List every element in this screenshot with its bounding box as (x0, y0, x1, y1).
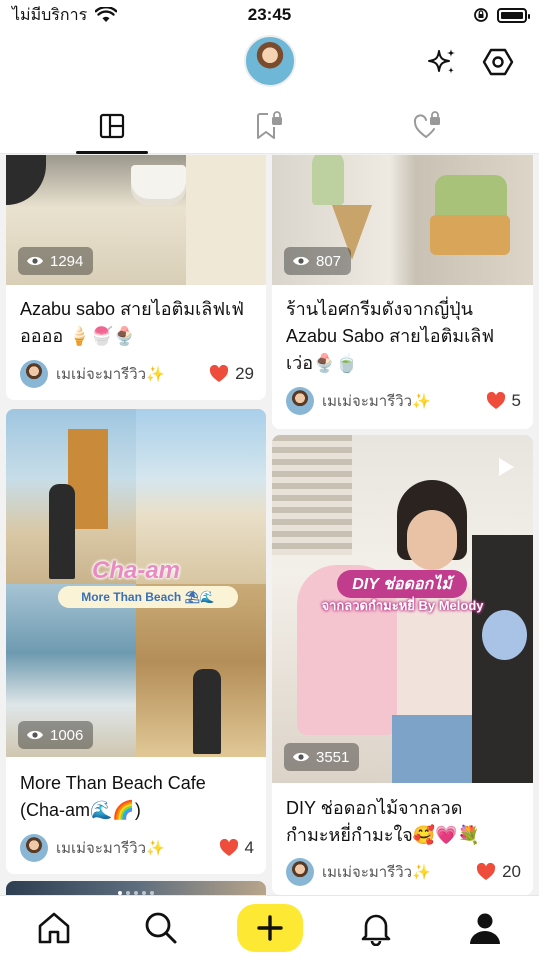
author-name[interactable]: เมเม่จะมารีวิว✨ (322, 860, 476, 884)
heart-icon (477, 863, 496, 880)
post-title: ร้านไอศกรีมดังจากญี่ปุ่น Azabu Sabo สายไ… (286, 299, 495, 373)
post-title: Azabu sabo สายไอติมเลิฟเฟ่ออออ 🍦🍧🍨 (20, 299, 244, 346)
eye-icon (27, 730, 43, 740)
author-avatar[interactable] (20, 834, 48, 862)
bookmark-lock-icon (257, 111, 282, 139)
play-icon (499, 458, 514, 476)
like-button[interactable]: 4 (219, 838, 254, 858)
status-bar: ไม่มีบริการ 23:45 (0, 0, 539, 30)
eye-icon (27, 256, 43, 266)
heart-icon (486, 392, 505, 409)
like-count: 4 (244, 838, 254, 857)
orientation-lock-icon (474, 8, 488, 22)
view-count: 1006 (18, 721, 94, 749)
post-card[interactable] (6, 881, 266, 895)
view-count: 807 (284, 247, 352, 275)
author-avatar[interactable] (286, 387, 314, 415)
thumbnail-overlay-subtitle: จากลวดกำมะหยี่ By Melody (321, 598, 484, 613)
carrier-label: ไม่มีบริการ (12, 6, 88, 24)
view-count: 1294 (18, 247, 94, 275)
thumbnail-overlay-title: DIY ช่อดอกไม้ (337, 570, 467, 598)
bottom-nav (0, 895, 539, 960)
nav-profile[interactable] (463, 906, 507, 950)
profile-header (0, 30, 539, 98)
eye-icon (293, 256, 309, 266)
home-icon (38, 912, 70, 944)
like-count: 20 (502, 862, 521, 881)
view-count: 3551 (284, 743, 360, 771)
search-icon (145, 912, 177, 944)
post-card[interactable]: 807 ร้านไอศกรีมดังจากญี่ปุ่น Azabu Sabo … (272, 155, 533, 429)
author-avatar[interactable] (286, 858, 314, 886)
post-thumbnail: Cha-am More Than Beach ⛱🌊 (6, 409, 266, 757)
like-count: 29 (235, 364, 254, 383)
battery-icon (497, 7, 530, 23)
tab-posts[interactable] (76, 98, 148, 154)
bell-icon (361, 914, 391, 946)
plus-icon (257, 915, 283, 941)
settings-button[interactable] (480, 44, 516, 80)
like-count: 5 (511, 391, 521, 410)
post-thumbnail (6, 881, 266, 895)
profile-avatar[interactable] (244, 35, 296, 87)
profile-icon (470, 913, 500, 944)
eye-icon (293, 752, 309, 762)
profile-tab-bar (0, 98, 539, 154)
posts-feed[interactable]: 1294 Azabu sabo สายไอติมเลิฟเฟ่ออออ 🍦🍧🍨 … (0, 155, 539, 895)
like-button[interactable]: 29 (209, 364, 254, 384)
heart-icon (219, 839, 238, 856)
sparkle-button[interactable] (424, 44, 460, 80)
grid-icon (99, 113, 125, 139)
wifi-icon (95, 7, 118, 22)
post-title: More Than Beach Cafe (Cha-am🌊🌈) (20, 773, 206, 820)
author-name[interactable]: เมเม่จะมารีวิว✨ (56, 836, 219, 860)
author-name[interactable]: เมเม่จะมารีวิว✨ (322, 389, 486, 413)
tab-saved[interactable] (240, 98, 300, 154)
author-name[interactable]: เมเม่จะมารีวิว✨ (56, 362, 209, 386)
nav-notifications[interactable] (354, 906, 398, 950)
nav-search[interactable] (139, 906, 183, 950)
create-post-button[interactable] (237, 904, 303, 952)
post-card[interactable]: DIY ช่อดอกไม้ จากลวดกำมะหยี่ By Melody 3… (272, 435, 533, 895)
thumbnail-overlay-title: Cha-am (91, 557, 181, 584)
post-card[interactable]: Cha-am More Than Beach ⛱🌊 1006 More Than… (6, 409, 266, 874)
sparkle-icon (428, 49, 455, 74)
video-indicator (490, 451, 522, 483)
like-button[interactable]: 20 (476, 862, 521, 882)
post-thumbnail: DIY ช่อดอกไม้ จากลวดกำมะหยี่ By Melody (272, 435, 533, 783)
author-avatar[interactable] (20, 360, 48, 388)
tab-liked[interactable] (398, 98, 458, 154)
nav-home[interactable] (32, 906, 76, 950)
heart-icon (210, 365, 229, 382)
settings-icon (482, 48, 514, 76)
post-card[interactable]: 1294 Azabu sabo สายไอติมเลิฟเฟ่ออออ 🍦🍧🍨 … (6, 155, 266, 400)
post-title: DIY ช่อดอกไม้จากลวดกำมะหยี่กำมะใจ🥰💗💐 (286, 798, 481, 845)
thumbnail-overlay-subtitle: More Than Beach ⛱🌊 (58, 586, 238, 608)
heart-lock-icon (413, 111, 440, 138)
like-button[interactable]: 5 (486, 391, 521, 411)
